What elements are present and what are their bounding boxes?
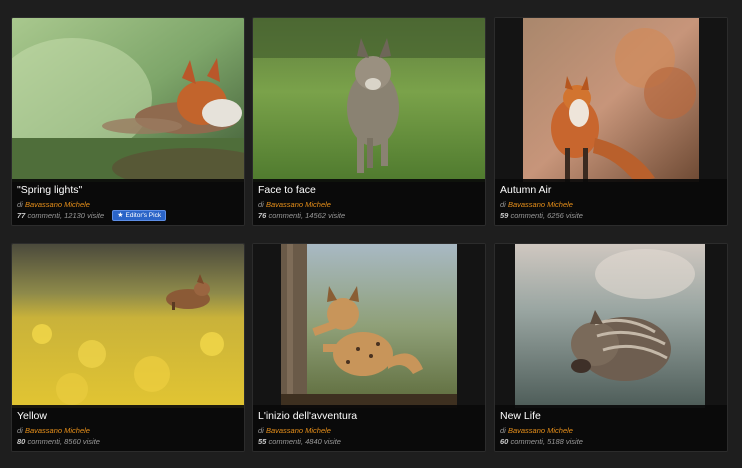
visit-count: 5188 visite	[547, 437, 583, 446]
photo-thumbnail[interactable]	[12, 244, 244, 408]
visit-count: 8560 visite	[64, 437, 100, 446]
by-label: di	[500, 200, 506, 209]
photo-title[interactable]: New Life	[500, 410, 722, 423]
photo-stats: 60 commenti, 5188 visite	[500, 436, 722, 447]
star-icon: ★	[117, 212, 124, 219]
photo-thumbnail[interactable]	[12, 18, 244, 182]
photo-card-new-life[interactable]: New Life di Bavassano Michele 60 comment…	[494, 243, 728, 452]
photo-title[interactable]: Yellow	[17, 410, 239, 423]
photo-info: New Life di Bavassano Michele 60 comment…	[495, 405, 727, 451]
by-label: di	[17, 200, 23, 209]
photo-info: Yellow di Bavassano Michele 80 commenti,…	[12, 405, 244, 451]
comments-label: commenti,	[27, 437, 63, 446]
author-line: di Bavassano Michele	[17, 199, 239, 210]
visit-count: 14562 visite	[305, 211, 346, 220]
author-link[interactable]: Bavassano Michele	[266, 200, 331, 209]
author-link[interactable]: Bavassano Michele	[25, 426, 90, 435]
author-link[interactable]: Bavassano Michele	[508, 426, 573, 435]
wolf-walking-image	[253, 18, 485, 182]
photo-stats: 80 commenti, 8560 visite	[17, 436, 239, 447]
comments-label: commenti,	[27, 211, 63, 220]
author-link[interactable]: Bavassano Michele	[25, 200, 90, 209]
lynx-cub-tree-image	[253, 244, 485, 408]
comment-count: 55	[258, 437, 267, 446]
author-line: di Bavassano Michele	[500, 199, 722, 210]
comments-label: commenti,	[510, 211, 546, 220]
photo-thumbnail[interactable]	[253, 244, 485, 408]
comment-count: 77	[17, 211, 26, 220]
photo-card-autumn-air[interactable]: Autumn Air di Bavassano Michele 59 comme…	[494, 17, 728, 226]
photo-info: Face to face di Bavassano Michele 76 com…	[253, 179, 485, 225]
photo-card-face-to-face[interactable]: Face to face di Bavassano Michele 76 com…	[252, 17, 486, 226]
comment-count: 80	[17, 437, 26, 446]
photo-thumbnail[interactable]	[495, 18, 727, 182]
photo-card-linizio-dellavventura[interactable]: L'inizio dell'avventura di Bavassano Mic…	[252, 243, 486, 452]
photo-card-yellow[interactable]: Yellow di Bavassano Michele 80 commenti,…	[11, 243, 245, 452]
photo-stats: 55 commenti, 4840 visite	[258, 436, 480, 447]
author-link[interactable]: Bavassano Michele	[266, 426, 331, 435]
comment-count: 59	[500, 211, 509, 220]
author-line: di Bavassano Michele	[258, 425, 480, 436]
photo-title[interactable]: "Spring lights"	[17, 184, 239, 197]
by-label: di	[17, 426, 23, 435]
photo-stats: 77 commenti, 12130 visite ★ Editor's Pick	[17, 210, 239, 221]
photo-info: L'inizio dell'avventura di Bavassano Mic…	[253, 405, 485, 451]
visit-count: 6256 visite	[547, 211, 583, 220]
photo-card-spring-lights[interactable]: "Spring lights" di Bavassano Michele 77 …	[11, 17, 245, 226]
photo-info: "Spring lights" di Bavassano Michele 77 …	[12, 179, 244, 225]
fox-autumn-image	[495, 18, 727, 182]
wild-boar-piglet-image	[495, 244, 727, 408]
photo-title[interactable]: L'inizio dell'avventura	[258, 410, 480, 423]
fox-yellow-field-image	[12, 244, 244, 408]
comments-label: commenti,	[510, 437, 546, 446]
editors-pick-badge: ★ Editor's Pick	[112, 210, 167, 221]
author-line: di Bavassano Michele	[500, 425, 722, 436]
photo-thumbnail[interactable]	[495, 244, 727, 408]
author-line: di Bavassano Michele	[258, 199, 480, 210]
photo-title[interactable]: Autumn Air	[500, 184, 722, 197]
photo-grid: "Spring lights" di Bavassano Michele 77 …	[0, 0, 742, 468]
photo-thumbnail[interactable]	[253, 18, 485, 182]
author-line: di Bavassano Michele	[17, 425, 239, 436]
by-label: di	[258, 200, 264, 209]
visit-count: 4840 visite	[305, 437, 341, 446]
photo-stats: 76 commenti, 14562 visite	[258, 210, 480, 221]
photo-title[interactable]: Face to face	[258, 184, 480, 197]
comments-label: commenti,	[268, 211, 304, 220]
author-link[interactable]: Bavassano Michele	[508, 200, 573, 209]
by-label: di	[258, 426, 264, 435]
fox-resting-grass-image	[12, 18, 244, 182]
by-label: di	[500, 426, 506, 435]
badge-label: Editor's Pick	[125, 212, 162, 219]
visit-count: 12130 visite	[64, 211, 105, 220]
comment-count: 60	[500, 437, 509, 446]
comments-label: commenti,	[268, 437, 304, 446]
photo-stats: 59 commenti, 6256 visite	[500, 210, 722, 221]
comment-count: 76	[258, 211, 267, 220]
photo-info: Autumn Air di Bavassano Michele 59 comme…	[495, 179, 727, 225]
